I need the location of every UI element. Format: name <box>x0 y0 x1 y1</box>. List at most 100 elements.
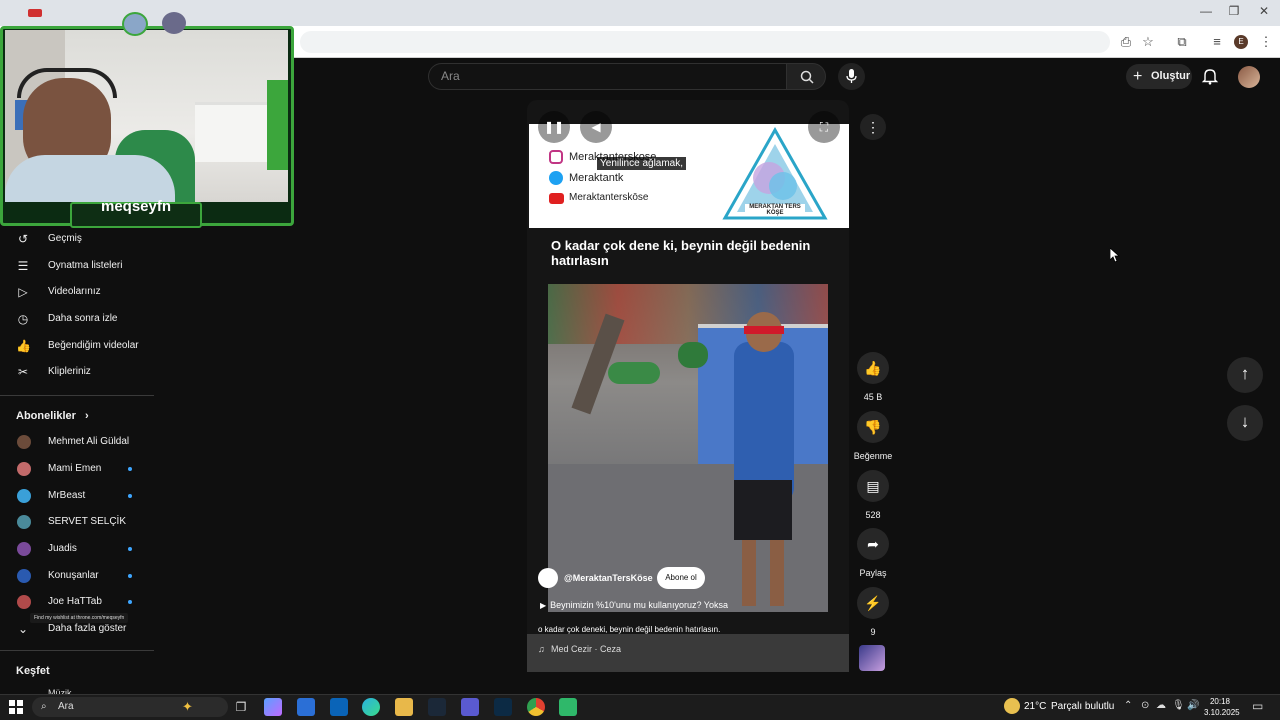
weather-temp[interactable]: 21°C <box>1024 701 1046 712</box>
sidebar-item-your-videos[interactable]: ▷ Videolarınız <box>0 279 152 305</box>
weather-desc[interactable]: Parçalı bulutlu <box>1051 701 1114 712</box>
playlist-icon: ☰ <box>17 259 29 273</box>
channel-avatar[interactable] <box>538 568 558 588</box>
share-button[interactable]: ➦ Paylaş <box>856 528 890 578</box>
subscription-item[interactable]: SERVET SELÇİK <box>0 509 152 535</box>
subscription-item[interactable]: Mami Emen <box>0 456 152 482</box>
edge-icon[interactable] <box>362 698 380 716</box>
next-short-button[interactable]: ↓ <box>1227 405 1263 441</box>
remix-button[interactable]: ⚡ 9 <box>856 587 890 637</box>
voice-search-button[interactable] <box>838 63 865 90</box>
like-button[interactable]: 👍 45 B <box>856 352 890 402</box>
weather-icon <box>1004 698 1020 714</box>
play-icon: ▶ <box>540 601 547 610</box>
subscription-item[interactable]: Juadis <box>0 536 152 562</box>
previous-short-button[interactable]: ↑ <box>1227 357 1263 393</box>
sidebar-divider <box>0 650 154 651</box>
arrow-down-icon: ↓ <box>1240 412 1250 431</box>
media-controls-icon[interactable]: ≡ <box>1208 33 1226 51</box>
bookmark-star-icon[interactable]: ☆ <box>1139 33 1157 51</box>
linked-video[interactable]: ▶ Beynimizin %10'unu mu kullanıyoruz? Yok… <box>540 600 728 610</box>
sidebar-item-clips[interactable]: ✂ Klipleriniz <box>0 359 152 385</box>
music-title: Med Cezir · Ceza <box>551 644 622 654</box>
install-app-icon[interactable]: ⎙ <box>1117 33 1135 51</box>
clock-time[interactable]: 20:18 <box>1206 697 1234 706</box>
copilot-icon[interactable] <box>264 698 282 716</box>
fullscreen-icon: ⛶ <box>819 120 829 134</box>
social-twitter: Meraktantk <box>569 172 624 184</box>
close-button[interactable]: ✕ <box>1254 4 1274 20</box>
create-button[interactable]: + Oluştur <box>1126 64 1192 89</box>
new-content-dot <box>128 600 132 604</box>
mute-button[interactable]: ◀ <box>580 111 612 143</box>
subscription-item[interactable]: Mehmet Ali Güldal <box>0 429 152 455</box>
network-icon[interactable]: ☁ <box>1156 700 1166 711</box>
chevron-up-icon[interactable]: ⌃ <box>1124 700 1132 711</box>
short-title: O kadar çok dene ki, beynin değil bedeni… <box>551 238 811 268</box>
clock-date[interactable]: 3.10.2025 <box>1204 708 1240 717</box>
sound-thumbnail[interactable] <box>859 645 885 671</box>
twitter-icon <box>549 171 563 185</box>
start-button[interactable] <box>9 700 23 714</box>
chevron-down-icon: ⌄ <box>17 622 29 636</box>
subscription-item[interactable]: Konuşanlar <box>0 563 152 589</box>
subscription-item[interactable]: MrBeast <box>0 483 152 509</box>
fullscreen-button[interactable]: ⛶ <box>808 111 840 143</box>
explore-heading: Keşfet <box>16 665 50 677</box>
search-icon <box>800 70 814 84</box>
sidebar-item-history[interactable]: ↺ Geçmiş <box>0 226 152 252</box>
share-label: Paylaş <box>859 568 887 578</box>
search-input[interactable]: Ara <box>428 63 786 90</box>
bell-icon <box>1201 69 1219 85</box>
notifications-button[interactable] <box>1200 66 1220 86</box>
profile-icon[interactable]: E <box>1234 35 1248 49</box>
speaker-icon[interactable]: 🔊 <box>1187 700 1199 711</box>
green-app-icon[interactable] <box>559 698 577 716</box>
sidebar-item-watch-later[interactable]: ◷ Daha sonra izle <box>0 306 152 332</box>
new-content-dot <box>128 547 132 551</box>
account-avatar[interactable] <box>1238 66 1260 88</box>
store-icon[interactable] <box>297 698 315 716</box>
sidebar-item-playlists[interactable]: ☰ Oynatma listeleri <box>0 253 152 279</box>
league-icon[interactable] <box>494 698 512 716</box>
sidebar-item-liked-videos[interactable]: 👍 Beğendiğim videolar <box>0 333 152 359</box>
streamer-name: meqseyfn <box>100 198 172 215</box>
create-label: Oluştur <box>1151 70 1191 82</box>
more-vertical-icon: ⋮ <box>866 119 880 135</box>
dislike-button[interactable]: 👎 Beğenme <box>850 411 896 461</box>
channel-name[interactable]: @MeraktanTersKöse <box>564 573 653 583</box>
chrome-icon[interactable] <box>527 698 545 716</box>
subscriptions-heading[interactable]: Abonelikler › <box>16 410 89 422</box>
channel-avatar <box>17 569 31 583</box>
wishlist-tooltip: Find my wishlist at throne.com/meqseyfn <box>30 613 129 623</box>
teams-icon[interactable] <box>461 698 479 716</box>
task-view-icon[interactable]: ❐ <box>232 698 250 716</box>
more-options-button[interactable]: ⋮ <box>860 114 886 140</box>
pause-button[interactable]: ❚❚ <box>538 111 570 143</box>
subscription-item[interactable]: Joe HaTTab <box>0 589 152 615</box>
notification-center-icon[interactable]: ▭ <box>1252 699 1263 713</box>
minimize-button[interactable]: — <box>1196 4 1216 20</box>
remix-icon: ⚡ <box>857 587 889 619</box>
file-explorer-icon[interactable] <box>395 698 413 716</box>
dislike-label: Beğenme <box>853 451 893 461</box>
taskbar-search[interactable]: ⌕ Ara ✦ <box>32 697 228 717</box>
music-bar[interactable]: ♫ Med Cezir · Ceza <box>527 634 849 672</box>
extensions-icon[interactable]: ⧉ <box>1173 33 1191 51</box>
steam-icon[interactable] <box>428 698 446 716</box>
thumbs-up-icon: 👍 <box>857 352 889 384</box>
music-note-icon: ♫ <box>538 644 545 654</box>
search-button[interactable] <box>786 63 826 90</box>
video-banner: Meraktanterskose Meraktantk Meraktanters… <box>529 124 849 228</box>
browser-menu-icon[interactable]: ⋮ <box>1257 33 1275 51</box>
channel-avatar <box>17 435 31 449</box>
subscribe-button[interactable]: Abone ol <box>657 567 705 589</box>
tray-icon[interactable]: ⊙ <box>1141 700 1149 711</box>
plus-icon: + <box>1133 68 1143 85</box>
comments-button[interactable]: ▤ 528 <box>856 470 890 520</box>
microphone-icon[interactable]: 🎙 <box>1172 700 1185 711</box>
outlook-icon[interactable] <box>330 698 348 716</box>
address-bar[interactable] <box>300 31 1110 53</box>
social-youtube: Meraktanterskōse <box>569 192 649 203</box>
maximize-button[interactable]: ❐ <box>1224 4 1244 20</box>
